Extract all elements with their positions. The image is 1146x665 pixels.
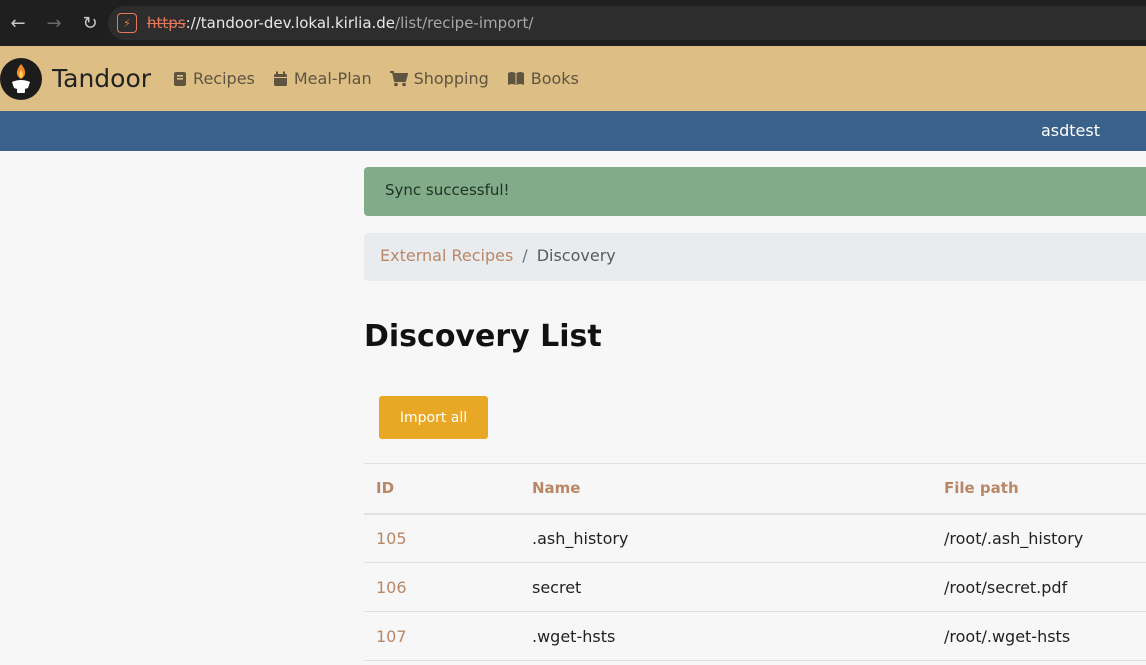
- import-all-button[interactable]: Import all: [379, 396, 488, 439]
- nav-meal-plan-label: Meal-Plan: [293, 69, 372, 88]
- nav-meal-plan[interactable]: Meal-Plan: [273, 69, 372, 88]
- nav-books-label: Books: [530, 69, 579, 88]
- url-path: /list/recipe-import/: [395, 14, 534, 32]
- row-id-link[interactable]: 107: [376, 627, 407, 646]
- column-header-id[interactable]: ID: [364, 463, 531, 515]
- insecure-site-icon[interactable]: ⚡: [117, 13, 137, 33]
- calendar-icon: [273, 71, 287, 86]
- table-row: 107 .wget-hsts /root/.wget-hsts: [364, 611, 1146, 661]
- brand-name: Tandoor: [52, 64, 152, 93]
- column-header-name[interactable]: Name: [531, 463, 943, 515]
- table-header-row: ID Name File path: [364, 463, 1146, 515]
- cart-icon: [389, 70, 408, 86]
- table-row: 105 .ash_history /root/.ash_history: [364, 513, 1146, 563]
- reload-icon[interactable]: ↻: [72, 5, 108, 41]
- breadcrumb: External Recipes / Discovery: [364, 233, 1146, 281]
- nav-recipes-label: Recipes: [193, 69, 255, 88]
- page-title: Discovery List: [364, 319, 602, 354]
- row-name: .ash_history: [531, 513, 943, 563]
- back-arrow-icon[interactable]: ←: [0, 5, 36, 41]
- open-book-icon: [507, 72, 524, 85]
- table-row: 106 secret /root/secret.pdf: [364, 562, 1146, 612]
- url-host: ://tandoor-dev.lokal.kirlia.de: [185, 14, 396, 32]
- row-file-path: /root/secret.pdf: [943, 562, 1146, 612]
- discovery-table: ID Name File path 105 .ash_history /root…: [364, 463, 1146, 661]
- row-name: secret: [531, 562, 943, 612]
- row-file-path: /root/.wget-hsts: [943, 611, 1146, 661]
- row-id-link[interactable]: 106: [376, 578, 407, 597]
- column-header-file-path[interactable]: File path: [943, 463, 1146, 515]
- row-id-link[interactable]: 105: [376, 529, 407, 548]
- forward-arrow-icon[interactable]: →: [36, 5, 72, 41]
- nav-recipes[interactable]: Recipes: [173, 69, 255, 88]
- row-file-path: /root/.ash_history: [943, 513, 1146, 563]
- breadcrumb-discovery: Discovery: [536, 246, 616, 265]
- breadcrumb-separator: /: [522, 246, 528, 265]
- browser-toolbar: ← → ↻ ⚡ https://tandoor-dev.lokal.kirlia…: [0, 0, 1146, 46]
- alert-message: Sync successful!: [385, 181, 510, 199]
- username-menu[interactable]: asdtest: [1041, 121, 1100, 140]
- success-alert: Sync successful!: [364, 167, 1146, 216]
- brand[interactable]: Tandoor: [0, 57, 173, 100]
- main-navbar: Tandoor Recipes Meal-Plan Shopping Books: [0, 46, 1146, 111]
- nav-shopping[interactable]: Shopping: [389, 69, 489, 88]
- url-scheme: https: [147, 14, 186, 32]
- row-name: .wget-hsts: [531, 611, 943, 661]
- user-bar: asdtest: [0, 111, 1146, 151]
- nav-books[interactable]: Books: [507, 69, 579, 88]
- tandoor-logo-icon: [0, 57, 42, 100]
- nav-shopping-label: Shopping: [413, 69, 489, 88]
- book-icon: [174, 71, 187, 86]
- address-bar[interactable]: ⚡ https://tandoor-dev.lokal.kirlia.de/li…: [108, 6, 1146, 40]
- breadcrumb-external-recipes[interactable]: External Recipes: [380, 246, 513, 281]
